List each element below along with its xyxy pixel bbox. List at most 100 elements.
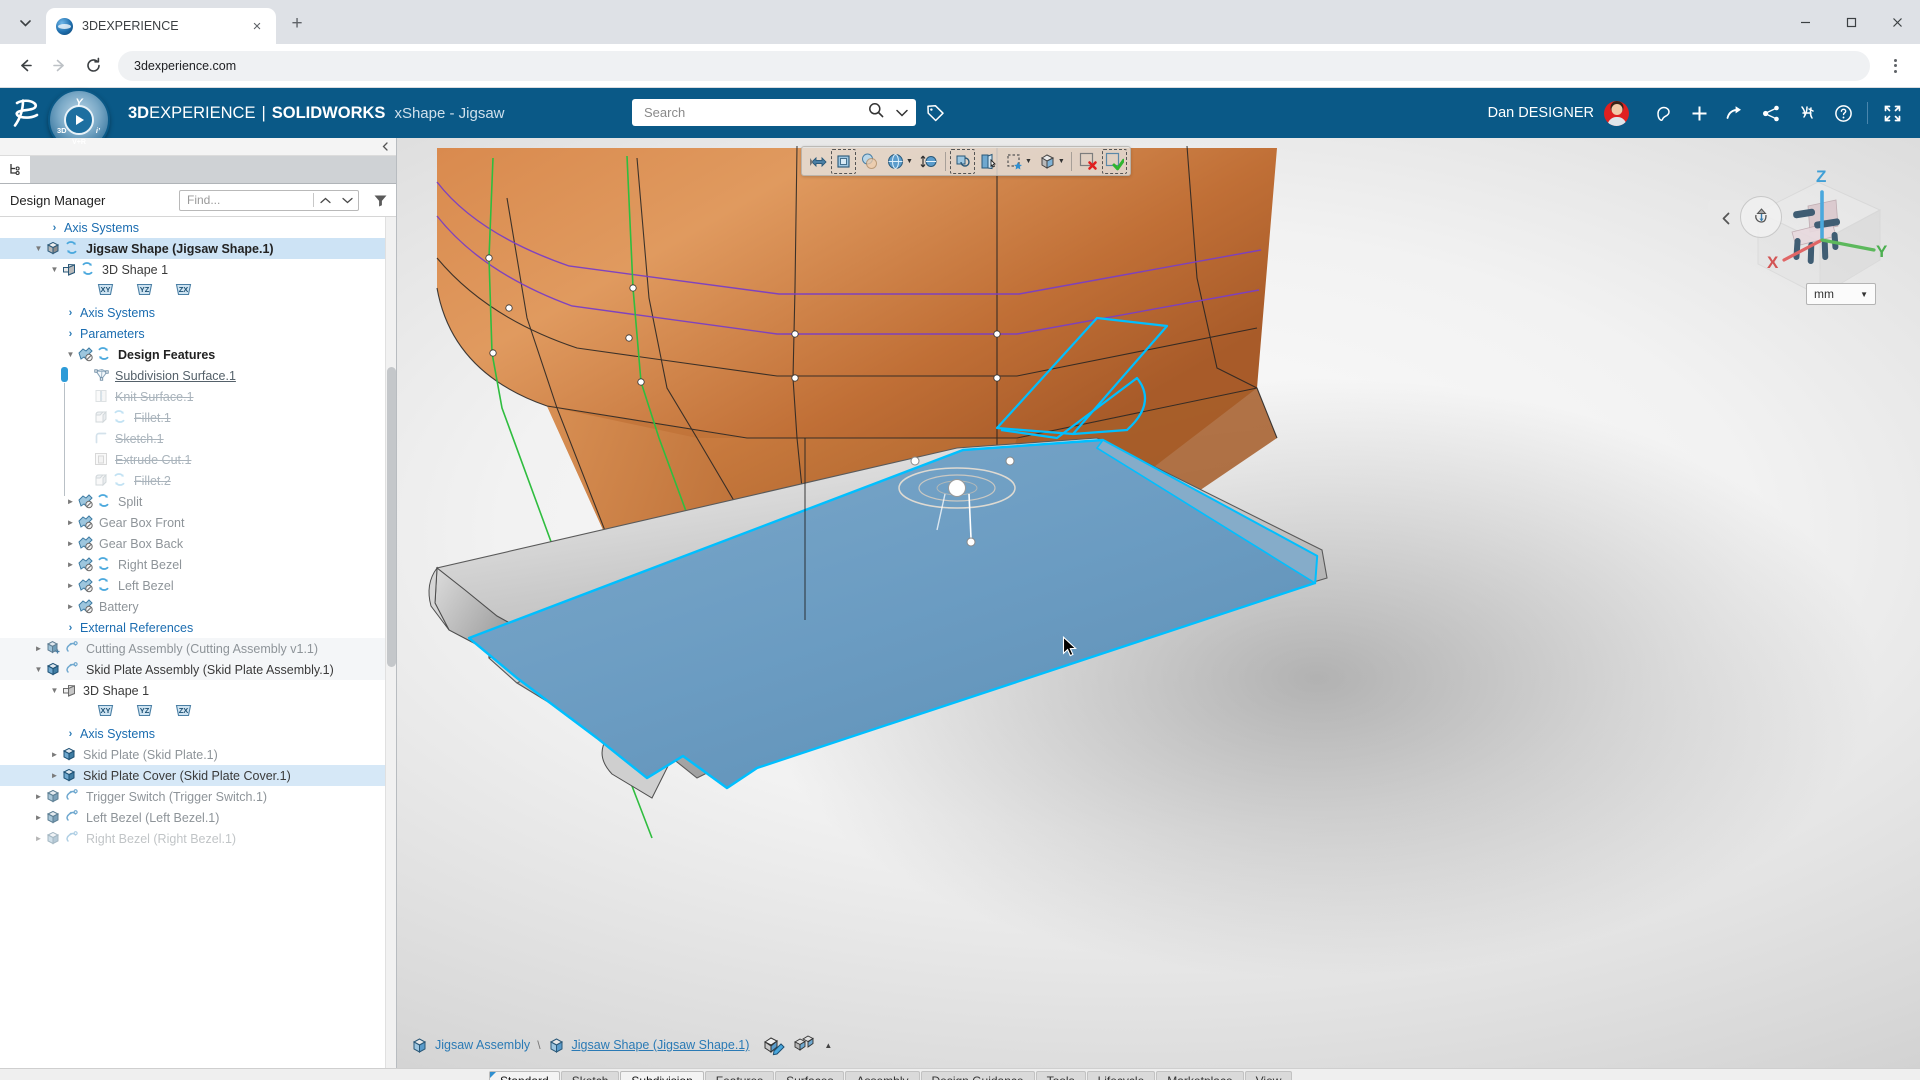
- tree-twisty-expanded[interactable]: ▼: [32, 244, 45, 253]
- tree-node-parameters[interactable]: › Parameters: [0, 323, 396, 344]
- command-tab-subdivision[interactable]: Subdivision: [620, 1071, 704, 1080]
- tree-chevron[interactable]: ›: [64, 328, 77, 340]
- tab-search-button[interactable]: [8, 6, 42, 40]
- edit-shape-icon[interactable]: [762, 1034, 786, 1056]
- global-search[interactable]: Search: [632, 99, 916, 126]
- scale-updown-icon[interactable]: [916, 149, 941, 174]
- search-input[interactable]: Search: [644, 105, 862, 120]
- select-box-icon[interactable]: [831, 148, 856, 174]
- tag-icon[interactable]: [925, 104, 945, 129]
- 3d-model-canvas[interactable]: [397, 138, 1920, 1068]
- new-tab-button[interactable]: +: [282, 9, 312, 39]
- tree-twisty-collapsed[interactable]: ►: [64, 518, 77, 527]
- browser-menu-button[interactable]: [1880, 51, 1910, 81]
- tree-node-gear-box-back[interactable]: ► Gear Box Back: [0, 533, 396, 554]
- tree-twisty-collapsed[interactable]: ►: [64, 602, 77, 611]
- tree-twisty-collapsed[interactable]: ►: [48, 750, 61, 759]
- tree-node-jigsaw-shape-jigsaw-shape-1[interactable]: ▼ Jigsaw Shape (Jigsaw Shape.1): [0, 238, 396, 259]
- tree-node-planes[interactable]: XY YZ ZX: [0, 701, 396, 723]
- globe-display-icon[interactable]: [883, 149, 908, 174]
- collaborate-icon[interactable]: [1753, 88, 1789, 138]
- tree-twisty-collapsed[interactable]: ►: [32, 813, 45, 822]
- tree-node-sketch-1[interactable]: Sketch.1: [0, 428, 396, 449]
- tree-twisty-collapsed[interactable]: ►: [64, 560, 77, 569]
- command-tab-assembly[interactable]: Assembly: [845, 1071, 920, 1080]
- tree-node-skid-plate-assembly-skid-plate-assembly-1[interactable]: ▼ Skid Plate Assembly (Skid Plate Assembl…: [0, 659, 396, 680]
- tree-chevron[interactable]: ›: [48, 222, 61, 234]
- search-icon[interactable]: [868, 102, 884, 123]
- tree-node-skid-plate-cover-skid-plate-cover-1[interactable]: ► Skid Plate Cover (Skid Plate Cover.1): [0, 765, 396, 786]
- cube-dropdown-caret-icon[interactable]: ▼: [1058, 158, 1065, 165]
- find-next-icon[interactable]: [336, 197, 358, 204]
- design-tree[interactable]: › Axis Systems ▼ Jigsaw Shape (Jigsaw Shape…: [0, 217, 396, 1068]
- fullscreen-icon[interactable]: [1874, 88, 1910, 138]
- back-button[interactable]: [10, 51, 40, 81]
- command-tab-lifecycle[interactable]: Lifecycle: [1086, 1071, 1156, 1080]
- tree-chevron[interactable]: ›: [64, 307, 77, 319]
- avatar[interactable]: [1604, 100, 1629, 126]
- command-tab-features[interactable]: Features: [704, 1071, 775, 1080]
- find-box[interactable]: Find...: [179, 189, 359, 211]
- tree-node-trigger-switch-trigger-switch-1[interactable]: ► Trigger Switch (Trigger Switch.1): [0, 786, 396, 807]
- breadcrumb-root-link[interactable]: Jigsaw Assembly: [435, 1038, 530, 1052]
- command-tab-standard[interactable]: Standard: [489, 1071, 560, 1080]
- reload-button[interactable]: [78, 51, 108, 81]
- tree-node-fillet-2[interactable]: Fillet.2: [0, 470, 396, 491]
- tree-node-3d-shape-1[interactable]: ▼ 3D Shape 1: [0, 680, 396, 701]
- tree-node-battery[interactable]: ► Battery: [0, 596, 396, 617]
- view-back-button[interactable]: [1708, 200, 1744, 236]
- tree-twisty-collapsed[interactable]: ►: [32, 644, 45, 653]
- 3d-viewport[interactable]: ▼ ▼ ▼ Z X Y mm ▼ Jigsaw Assembly \ Jigsa…: [397, 138, 1920, 1068]
- tree-twisty-collapsed[interactable]: ►: [32, 792, 45, 801]
- window-close-button[interactable]: [1874, 0, 1920, 44]
- plane-zx-icon[interactable]: ZX: [174, 281, 193, 298]
- tab-close-icon[interactable]: ×: [248, 17, 266, 35]
- rollback-bar[interactable]: [61, 367, 68, 382]
- mirror-selection-icon[interactable]: [949, 148, 975, 174]
- breadcrumb-expand-caret-icon[interactable]: ▲: [824, 1041, 832, 1050]
- tree-scrollbar[interactable]: [385, 217, 396, 1068]
- manipulator-icon[interactable]: [805, 149, 830, 174]
- cancel-icon[interactable]: [1076, 149, 1101, 174]
- confirm-icon[interactable]: [1101, 148, 1127, 174]
- window-maximize-button[interactable]: [1828, 0, 1874, 44]
- tree-node-axis-systems[interactable]: › Axis Systems: [0, 723, 396, 744]
- tree-node-subdivision-surface-1[interactable]: Subdivision Surface.1: [0, 365, 396, 386]
- tree-node-left-bezel[interactable]: ► Left Bezel: [0, 575, 396, 596]
- tree-node-right-bezel-right-bezel-1[interactable]: ► Right Bezel (Right Bezel.1): [0, 828, 396, 849]
- snap-icon[interactable]: [1002, 149, 1027, 174]
- tree-node-knit-surface-1[interactable]: Knit Surface.1: [0, 386, 396, 407]
- tree-twisty-expanded[interactable]: ▼: [32, 665, 45, 674]
- tree-node-axis-systems[interactable]: › Axis Systems: [0, 217, 396, 238]
- tree-node-gear-box-front[interactable]: ► Gear Box Front: [0, 512, 396, 533]
- add-icon[interactable]: [1681, 88, 1717, 138]
- browser-tab[interactable]: 3DEXPERIENCE ×: [46, 8, 276, 44]
- tree-twisty-collapsed[interactable]: ►: [64, 497, 77, 506]
- tree-node-3d-shape-1[interactable]: ▼ 3D Shape 1: [0, 259, 396, 280]
- command-tab-marketplace[interactable]: Marketplace: [1156, 1071, 1244, 1080]
- tree-node-left-bezel-left-bezel-1[interactable]: ► Left Bezel (Left Bezel.1): [0, 807, 396, 828]
- tree-node-planes[interactable]: XY YZ ZX: [0, 280, 396, 302]
- forward-button[interactable]: [44, 51, 74, 81]
- find-input[interactable]: Find...: [180, 193, 313, 207]
- tree-twisty-collapsed[interactable]: ►: [32, 834, 45, 843]
- unit-selector[interactable]: mm ▼: [1806, 283, 1876, 305]
- plane-xy-icon[interactable]: XY: [96, 702, 115, 719]
- window-minimize-button[interactable]: [1782, 0, 1828, 44]
- tree-twisty-collapsed[interactable]: ►: [64, 581, 77, 590]
- command-tab-tools[interactable]: Tools: [1035, 1071, 1086, 1080]
- address-bar[interactable]: 3dexperience.com: [118, 50, 1870, 81]
- breadcrumb-current-link[interactable]: Jigsaw Shape (Jigsaw Shape.1): [572, 1038, 750, 1052]
- globe-dropdown-caret-icon[interactable]: ▼: [906, 158, 913, 165]
- open-door-select-icon[interactable]: [976, 149, 1001, 174]
- plane-yz-icon[interactable]: YZ: [135, 702, 154, 719]
- find-prev-icon[interactable]: [314, 197, 336, 204]
- tab-design-tree[interactable]: [0, 156, 30, 183]
- tree-scroll-thumb[interactable]: [387, 367, 396, 667]
- plane-yz-icon[interactable]: YZ: [135, 281, 154, 298]
- tree-chevron[interactable]: ›: [64, 728, 77, 740]
- transparency-icon[interactable]: [857, 149, 882, 174]
- tree-node-cutting-assembly-cutting-assembly-v1-1[interactable]: ► Cutting Assembly (Cutting Assembly v1.1…: [0, 638, 396, 659]
- view-anchor-button[interactable]: [1740, 196, 1782, 238]
- tree-chevron[interactable]: ›: [64, 622, 77, 634]
